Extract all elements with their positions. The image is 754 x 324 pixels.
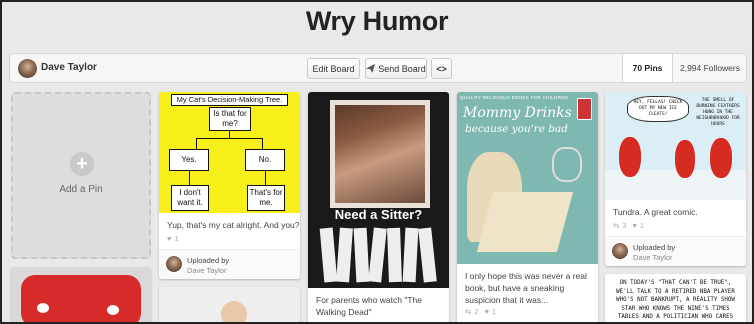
edit-board-label: Edit Board	[312, 63, 355, 74]
tear-tab	[417, 227, 437, 283]
pin-uploader[interactable]: Uploaded by Dave Taylor	[159, 249, 300, 279]
bird-figure	[675, 140, 695, 178]
like-count: 1	[639, 221, 645, 230]
book-title: Mommy Drinks	[463, 105, 572, 121]
tree-line	[262, 138, 263, 149]
speech-bubble: HEY, FELLAS! CHECK OUT MY NEW ICE CLEATS…	[627, 96, 689, 122]
pin-counts: ♥ 1	[167, 234, 179, 243]
pin-card[interactable]: My Cat's Decision-Making Tree. Is that f…	[159, 92, 300, 279]
caption-box: THE SMELL OF BURNING FEATHERS HUNG IN TH…	[696, 98, 740, 127]
pin-uploader[interactable]: Uploaded by Dave Taylor	[605, 236, 746, 266]
repin-icon: ⇆	[613, 221, 620, 230]
pin-image: HEY, FELLAS! CHECK OUT MY NEW ICE CLEATS…	[605, 92, 746, 200]
tree-no: No.	[245, 149, 285, 171]
dice-image	[21, 275, 141, 322]
tear-tabs	[319, 227, 437, 283]
bird-figure	[710, 138, 732, 178]
tree-yes: Yes.	[169, 149, 209, 171]
pin-card[interactable]: HEY, FELLAS! CHECK OUT MY NEW ICE CLEATS…	[605, 92, 746, 266]
pin-image: Need a Sitter?	[308, 92, 449, 288]
send-board-button[interactable]: Send Board	[365, 58, 427, 79]
tear-tab	[368, 227, 388, 283]
tree-left-answer: I don't want it.	[171, 185, 209, 211]
tree-question: Is that for me?	[209, 107, 251, 131]
sitter-caption: Need a Sitter?	[334, 207, 423, 222]
uploader-avatar	[166, 256, 182, 272]
board-toolbar: Dave Taylor Edit Board Send Board <> 70 …	[9, 53, 747, 83]
send-icon	[366, 64, 376, 73]
pin-card[interactable]	[11, 267, 151, 322]
send-board-label: Send Board	[378, 63, 426, 74]
pin-description: For parents who watch "The Walking Dead"	[316, 295, 423, 317]
plus-icon: +	[70, 152, 94, 176]
pin-card[interactable]: QUALITY RELIGIOUS BOOKS FOR CHILDREN Mom…	[457, 92, 598, 322]
pin-card[interactable]: ON TODAY'S "THAT CAN'T BE TRUE", WE'LL T…	[605, 274, 746, 322]
like-count: 1	[491, 307, 497, 316]
pin-description: I only hope this was never a real book, …	[465, 271, 587, 305]
tear-tab	[353, 227, 370, 283]
pin-card[interactable]	[159, 287, 300, 322]
add-pin-label: Add a Pin	[59, 184, 103, 195]
repin-count: 2	[474, 307, 479, 316]
tree-line	[265, 171, 266, 185]
photo-frame	[330, 100, 430, 208]
uploader-avatar	[612, 243, 628, 259]
tree-right-answer: That's for me.	[247, 185, 285, 211]
bed	[476, 192, 574, 252]
tear-tab	[319, 227, 338, 283]
dice-dot	[37, 303, 49, 313]
heart-icon: ♥	[167, 234, 172, 243]
vase	[552, 147, 582, 182]
tree-line	[189, 171, 190, 185]
uploader-name[interactable]: Dave Taylor	[187, 266, 226, 275]
heart-icon: ♥	[632, 221, 637, 230]
pin-description: Yup, that's my cat alright. And you?	[167, 220, 300, 230]
pin-image: My Cat's Decision-Making Tree. Is that f…	[159, 92, 300, 213]
tree-line	[196, 138, 197, 149]
bird-figure	[619, 137, 641, 177]
pin-card[interactable]: Need a Sitter? For parents who watch "Th…	[308, 92, 449, 322]
board-page: Wry Humor Dave Taylor Edit Board Send Bo…	[0, 0, 754, 324]
pin-counts: ⇆ 2 ♥ 1	[465, 307, 496, 316]
baby-image	[221, 301, 247, 322]
dice-dot	[107, 305, 119, 315]
uploaded-by-label: Uploaded by	[633, 243, 676, 252]
publisher-logo	[577, 98, 592, 120]
tree-line	[196, 138, 262, 139]
uploaded-by-label: Uploaded by	[187, 256, 230, 265]
tree-title: My Cat's Decision-Making Tree.	[171, 94, 288, 106]
tear-tab	[336, 227, 354, 283]
pins-count-tab[interactable]: 70 Pins	[622, 54, 672, 82]
book-topline: QUALITY RELIGIOUS BOOKS FOR CHILDREN	[460, 95, 568, 100]
book-subtitle: because you're bad	[465, 123, 568, 135]
embed-button[interactable]: <>	[431, 58, 452, 79]
user-name-link[interactable]: Dave Taylor	[41, 62, 97, 73]
heart-icon: ♥	[484, 307, 489, 316]
user-avatar[interactable]	[18, 59, 37, 78]
repin-count: 3	[622, 221, 627, 230]
tear-tab	[402, 227, 419, 283]
uploader-name[interactable]: Dave Taylor	[633, 253, 672, 262]
embed-icon: <>	[436, 63, 447, 74]
edit-board-button[interactable]: Edit Board	[307, 58, 360, 79]
add-pin-tile[interactable]: + Add a Pin	[11, 92, 151, 259]
photo	[335, 105, 425, 203]
tear-tab	[386, 227, 403, 283]
comic-text: ON TODAY'S "THAT CAN'T BE TRUE", WE'LL T…	[616, 280, 735, 320]
tree-line	[229, 130, 230, 138]
pin-counts: ⇆ 3 ♥ 1	[613, 221, 644, 230]
repin-icon: ⇆	[465, 307, 472, 316]
like-count: 1	[174, 234, 179, 243]
board-title: Wry Humor	[305, 6, 449, 36]
pin-image: QUALITY RELIGIOUS BOOKS FOR CHILDREN Mom…	[457, 92, 598, 264]
pin-description: Tundra. A great comic.	[613, 207, 698, 217]
followers-count-tab[interactable]: 2,994 Followers	[672, 54, 747, 82]
